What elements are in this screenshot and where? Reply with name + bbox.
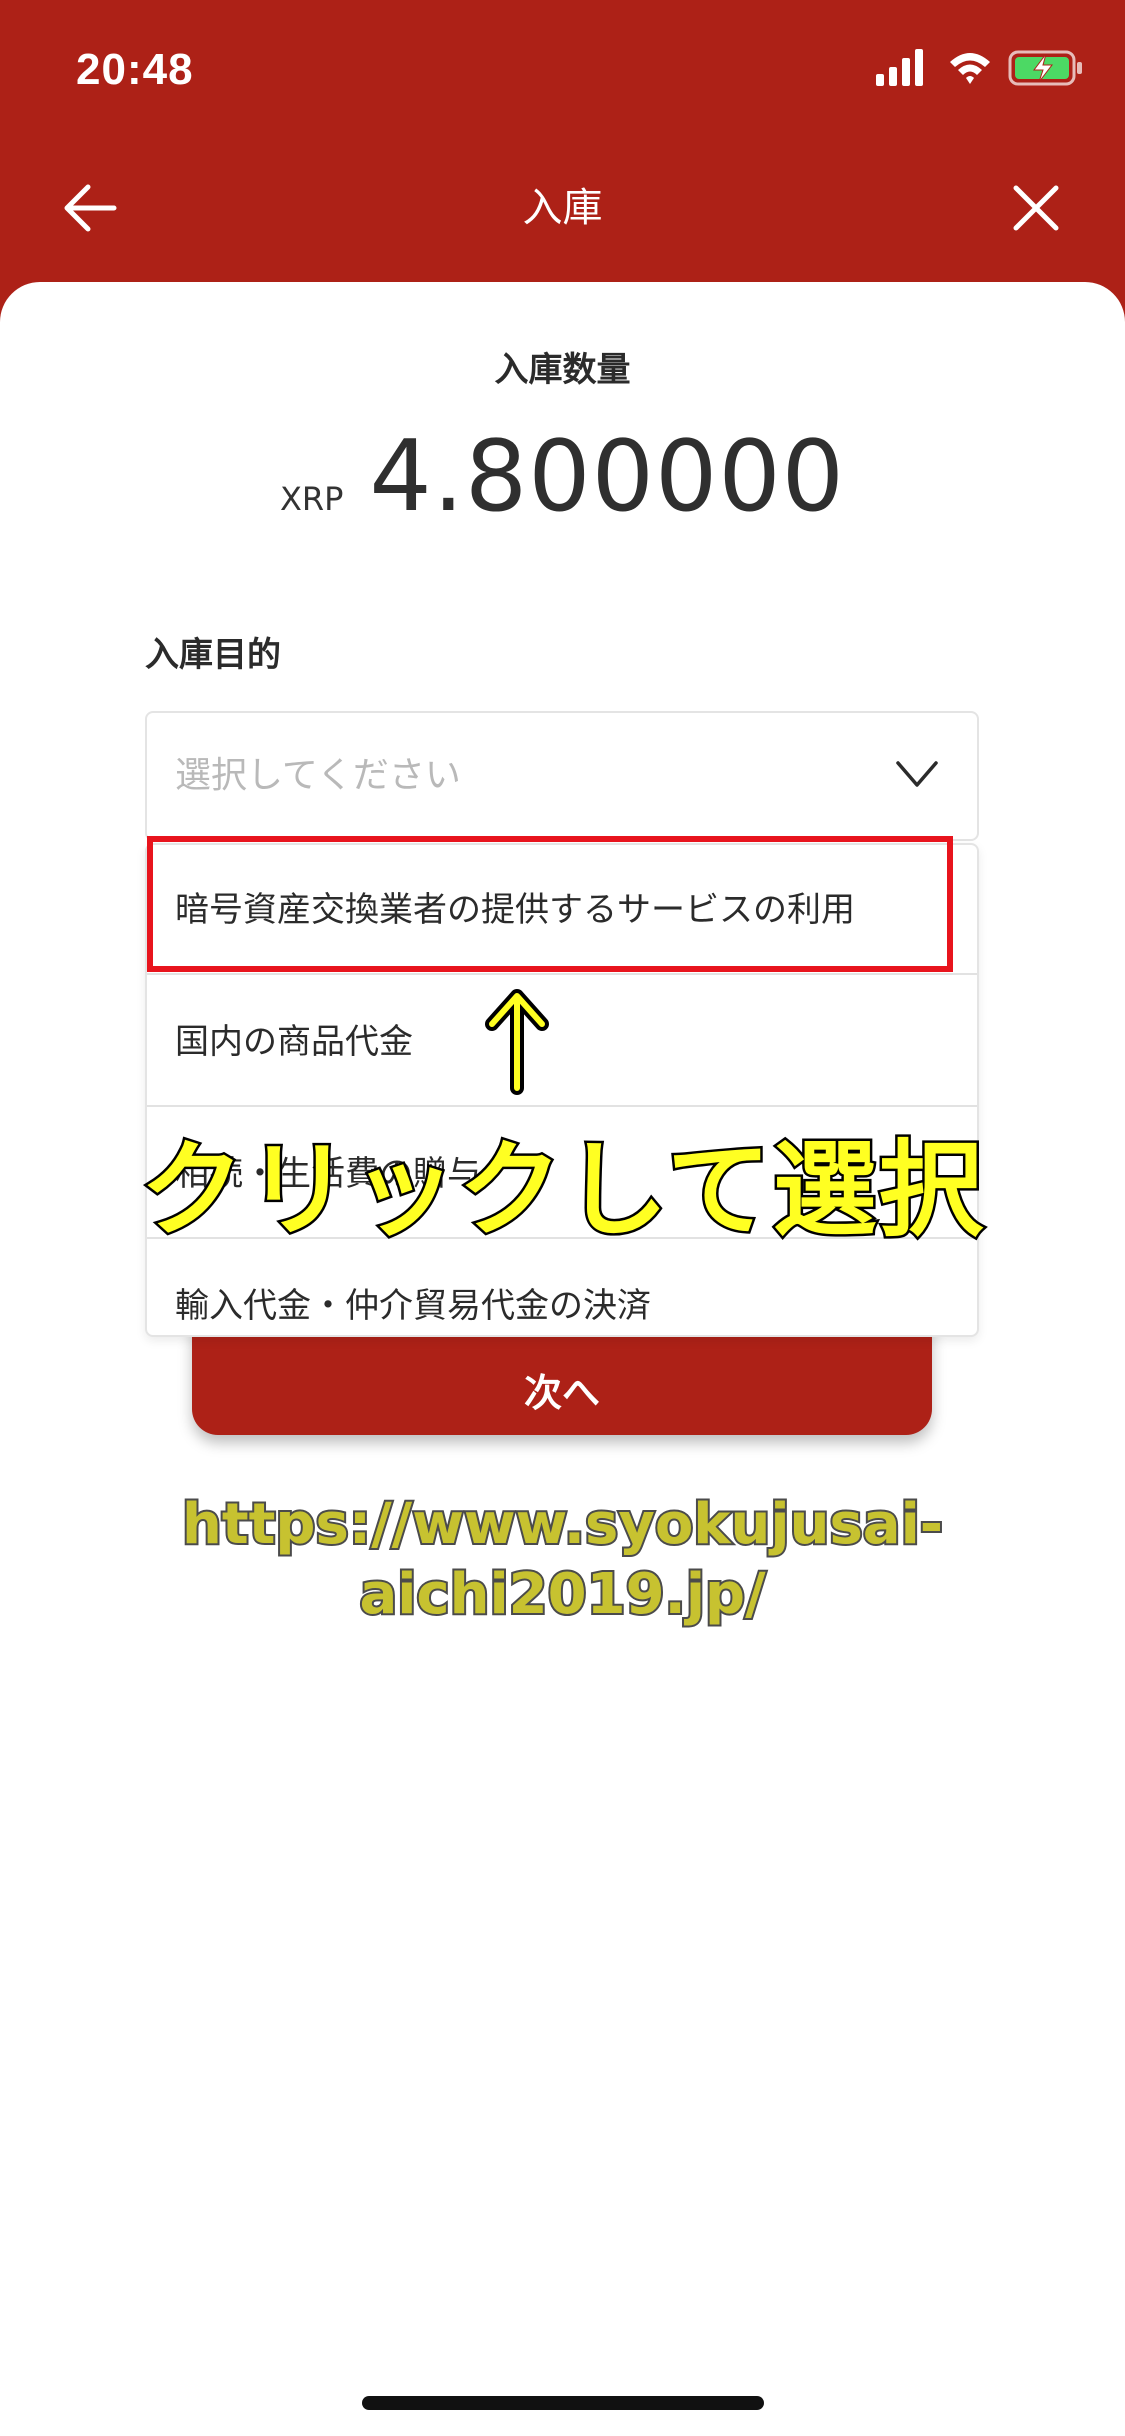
close-icon[interactable] xyxy=(1006,178,1066,238)
quantity-unit: XRP xyxy=(279,480,344,518)
quantity-display: XRP 4.800000 xyxy=(0,420,1125,540)
chevron-down-icon xyxy=(896,761,938,787)
app-header: 20:48 入庫 xyxy=(0,0,1125,330)
select-placeholder: 選択してください xyxy=(175,755,461,796)
watermark-url: https://www.syokujusai-aichi2019.jp/ xyxy=(180,1490,945,1629)
quantity-label: 入庫数量 xyxy=(494,350,631,390)
next-button-label: 次へ xyxy=(523,1371,600,1415)
highlight-box xyxy=(147,836,953,972)
up-arrow-icon xyxy=(485,989,549,1095)
page-title: 入庫 xyxy=(522,185,603,231)
dropdown-option[interactable]: 輸入代金・仲介貿易代金の決済 xyxy=(147,1241,977,1335)
battery-icon xyxy=(1008,50,1082,86)
option-label: 輸入代金・仲介貿易代金の決済 xyxy=(175,1286,651,1326)
annotation-text: クリックして選択 xyxy=(138,1128,986,1253)
purpose-label: 入庫目的 xyxy=(145,635,281,675)
purpose-select[interactable]: 選択してください xyxy=(145,711,979,841)
option-label: 国内の商品代金 xyxy=(175,1022,413,1062)
signal-icon xyxy=(876,49,923,86)
dropdown-option[interactable]: 国内の商品代金 xyxy=(147,977,977,1107)
wifi-icon xyxy=(950,53,990,84)
home-indicator xyxy=(362,2396,764,2410)
status-time: 20:48 xyxy=(76,45,194,94)
quantity-value: 4.800000 xyxy=(369,420,846,534)
